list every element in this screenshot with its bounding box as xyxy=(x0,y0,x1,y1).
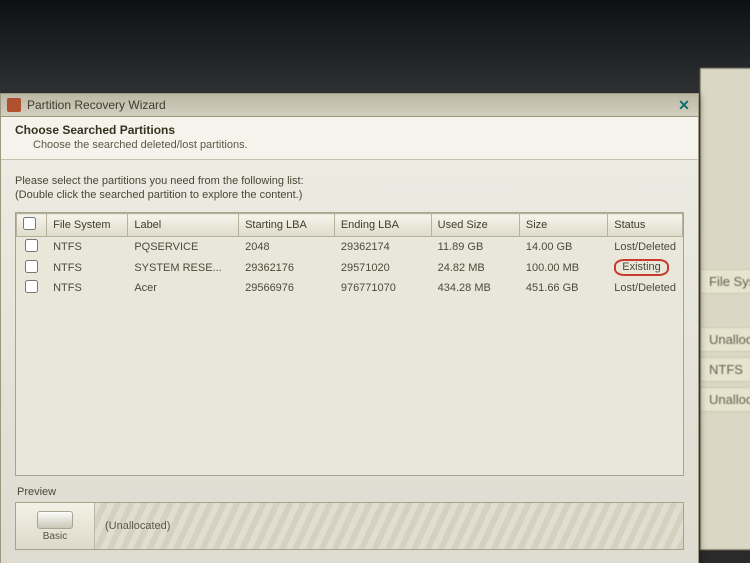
cell-filesystem: NTFS xyxy=(47,237,128,258)
cell-size: 100.00 MB xyxy=(519,257,607,278)
instruction-line: (Double click the searched partition to … xyxy=(15,188,684,202)
cell-label: PQSERVICE xyxy=(128,237,239,258)
disk-icon xyxy=(37,511,73,529)
col-status[interactable]: Status xyxy=(608,214,683,237)
col-size[interactable]: Size xyxy=(519,214,607,237)
cell-size: 451.66 GB xyxy=(519,278,607,298)
select-all-checkbox[interactable] xyxy=(23,217,36,230)
wizard-header: Choose Searched Partitions Choose the se… xyxy=(1,117,698,160)
cell-status: Existing xyxy=(608,257,683,278)
col-start-lba[interactable]: Starting LBA xyxy=(239,214,335,237)
status-highlight: Existing xyxy=(614,259,669,276)
wizard-body: Please select the partitions you need fr… xyxy=(1,160,698,550)
table-row[interactable]: NTFSPQSERVICE20482936217411.89 GB14.00 G… xyxy=(17,237,683,258)
cell-label: SYSTEM RESE... xyxy=(128,257,239,278)
wizard-window: Partition Recovery Wizard ✕ Choose Searc… xyxy=(0,93,699,563)
cell-used-size: 11.89 GB xyxy=(431,237,519,258)
cell-used-size: 434.28 MB xyxy=(431,278,519,298)
row-checkbox[interactable] xyxy=(25,280,38,293)
cell-end-lba: 29571020 xyxy=(334,257,431,278)
app-icon xyxy=(7,98,21,112)
cell-filesystem: NTFS xyxy=(47,278,128,298)
cell-size: 14.00 GB xyxy=(519,237,607,258)
col-checkbox[interactable] xyxy=(17,214,47,237)
cell-end-lba: 976771070 xyxy=(334,278,431,298)
table-row[interactable]: NTFSSYSTEM RESE...293621762957102024.82 … xyxy=(17,257,683,278)
row-checkbox[interactable] xyxy=(25,260,38,273)
cell-filesystem: NTFS xyxy=(47,257,128,278)
bg-col-header: File Syst xyxy=(701,269,750,294)
preview-disk-label: Basic xyxy=(43,531,67,542)
close-icon[interactable]: ✕ xyxy=(676,97,692,113)
titlebar[interactable]: Partition Recovery Wizard ✕ xyxy=(1,94,698,117)
page-title: Choose Searched Partitions xyxy=(15,123,684,137)
photo-dark-area xyxy=(0,0,750,93)
cell-end-lba: 29362174 xyxy=(334,237,431,258)
preview-bar-label: (Unallocated) xyxy=(105,520,673,532)
cell-start-lba: 29362176 xyxy=(239,257,335,278)
background-window: File Syst Unalloca NTFS Unalloc xyxy=(700,68,750,550)
cell-status: Lost/Deleted xyxy=(608,237,683,258)
preview-box: Basic (Unallocated) xyxy=(15,502,684,550)
preview-bar-unallocated[interactable]: (Unallocated) xyxy=(95,503,683,549)
col-label[interactable]: Label xyxy=(128,214,239,237)
partition-table: File System Label Starting LBA Ending LB… xyxy=(16,213,683,298)
col-filesystem[interactable]: File System xyxy=(47,214,128,237)
table-row[interactable]: NTFSAcer29566976976771070434.28 MB451.66… xyxy=(17,278,683,298)
row-checkbox[interactable] xyxy=(25,239,38,252)
cell-status: Lost/Deleted xyxy=(608,278,683,298)
instruction-line: Please select the partitions you need fr… xyxy=(15,174,684,188)
cell-start-lba: 29566976 xyxy=(239,278,335,298)
col-used-size[interactable]: Used Size xyxy=(431,214,519,237)
page-subtitle: Choose the searched deleted/lost partiti… xyxy=(15,139,684,151)
preview-label: Preview xyxy=(15,486,684,498)
partition-grid: File System Label Starting LBA Ending LB… xyxy=(15,212,684,476)
bg-row: NTFS xyxy=(701,357,750,382)
cell-start-lba: 2048 xyxy=(239,237,335,258)
col-end-lba[interactable]: Ending LBA xyxy=(334,214,431,237)
bg-row: Unalloca xyxy=(701,327,750,352)
table-header-row: File System Label Starting LBA Ending LB… xyxy=(17,214,683,237)
cell-used-size: 24.82 MB xyxy=(431,257,519,278)
window-title: Partition Recovery Wizard xyxy=(27,98,166,112)
cell-label: Acer xyxy=(128,278,239,298)
preview-disk[interactable]: Basic xyxy=(16,503,95,549)
bg-row: Unalloc xyxy=(701,387,750,412)
